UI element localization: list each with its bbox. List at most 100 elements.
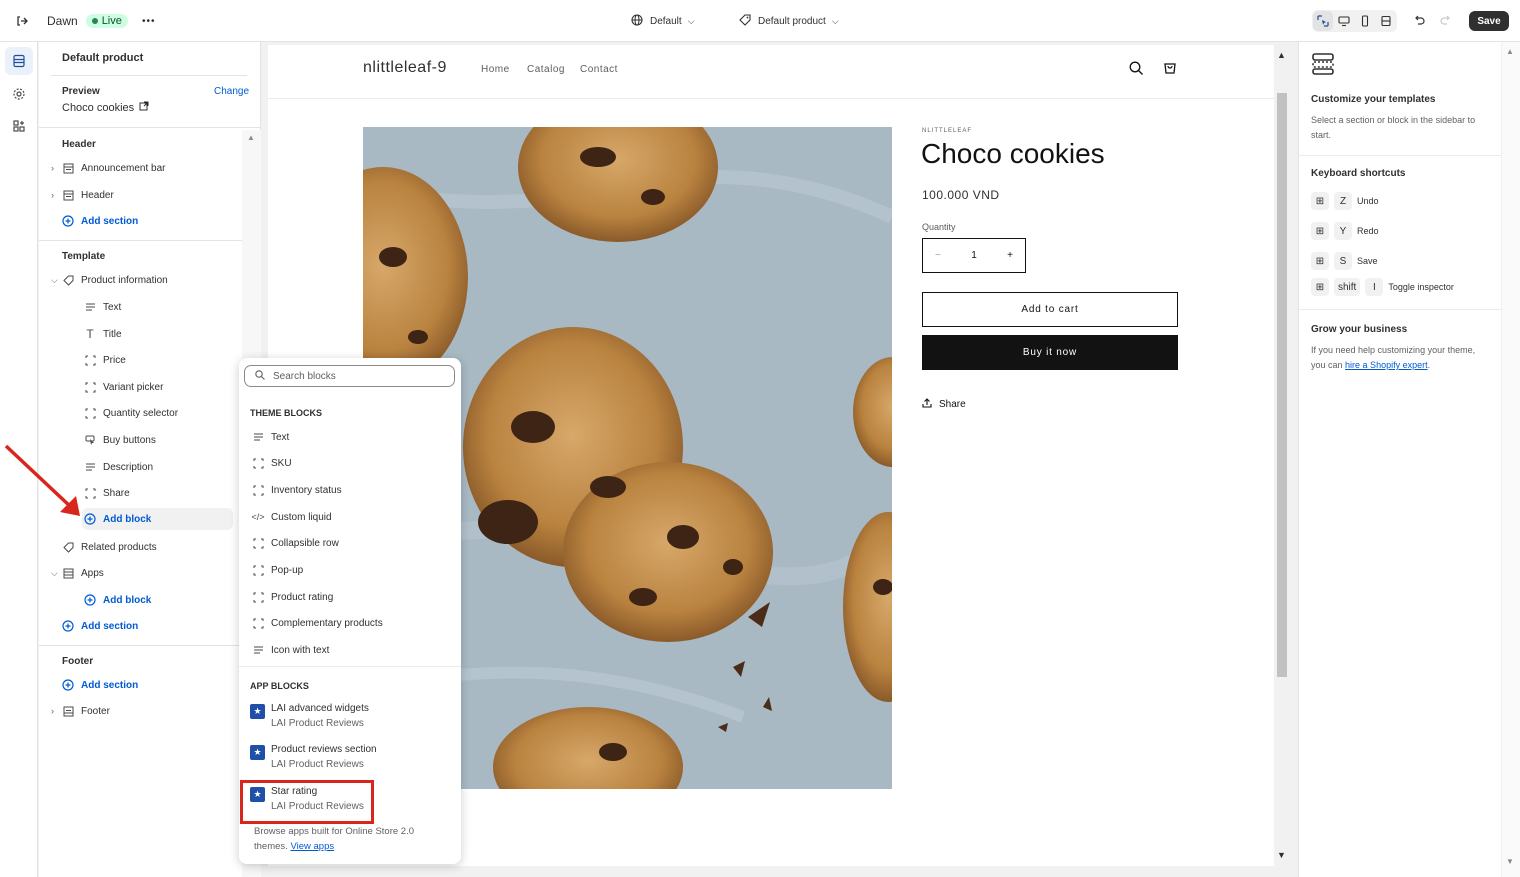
search-icon[interactable] xyxy=(1129,61,1144,79)
share-label: Share xyxy=(939,399,966,410)
quantity-stepper: − 1 + xyxy=(922,238,1026,273)
more-actions-button[interactable]: ••• xyxy=(142,0,156,42)
inspector-toggle-icon[interactable] xyxy=(1313,11,1333,31)
product-price: 100.000 VND xyxy=(922,188,1000,202)
section-label: Header xyxy=(81,189,114,201)
view-apps-link[interactable]: View apps xyxy=(290,841,334,852)
add-block-label: Add block xyxy=(103,513,152,525)
shortcut-save: ⊞ S Save xyxy=(1311,252,1378,270)
shortcut-label: Redo xyxy=(1357,226,1379,236)
template-add-section-button[interactable]: Add section xyxy=(61,615,241,637)
block-bracket-icon xyxy=(251,456,265,470)
shortcut-key: Y xyxy=(1334,222,1352,240)
preview-change-link[interactable]: Change xyxy=(214,86,249,97)
lai-app-logo-icon: ★ xyxy=(250,704,265,719)
theme-block-complementary-products[interactable]: Complementary products xyxy=(251,613,383,633)
theme-block-product-rating[interactable]: Product rating xyxy=(251,587,333,607)
divider xyxy=(1299,155,1502,156)
grow-text-end: . xyxy=(1427,360,1431,370)
theme-block-inventory-status[interactable]: Inventory status xyxy=(251,480,342,500)
settings-gear-icon[interactable] xyxy=(5,80,33,108)
theme-block-sku[interactable]: SKU xyxy=(251,453,292,473)
apps-section-icon xyxy=(61,566,75,580)
buy-it-now-button[interactable]: Buy it now xyxy=(922,335,1178,370)
section-header[interactable]: › Header xyxy=(51,184,231,206)
preview-product[interactable]: Choco cookies xyxy=(62,101,149,114)
divider xyxy=(39,127,261,128)
section-announcement-bar[interactable]: › Announcement bar xyxy=(51,157,231,179)
hire-expert-link[interactable]: hire a Shopify expert xyxy=(1345,360,1428,370)
search-blocks-input[interactable]: Search blocks xyxy=(244,365,455,387)
theme-block-collapsible-row[interactable]: Collapsible row xyxy=(251,533,339,553)
exit-icon xyxy=(12,11,32,31)
share-button[interactable]: Share xyxy=(922,398,966,411)
shortcut-key: S xyxy=(1334,252,1352,270)
theme-block-label: Icon with text xyxy=(271,644,330,656)
store-logo-text[interactable]: nlittleleaf-9 xyxy=(363,59,447,77)
block-share[interactable]: Share xyxy=(83,482,263,504)
quantity-input[interactable]: 1 xyxy=(971,250,977,261)
block-text[interactable]: Text xyxy=(83,296,263,318)
redo-button[interactable] xyxy=(1440,0,1452,42)
block-quantity-selector[interactable]: Quantity selector xyxy=(83,402,263,424)
section-label: Product information xyxy=(81,274,168,286)
help-panel-scrollbar[interactable]: ▲ ▼ xyxy=(1502,42,1520,877)
template-selector[interactable]: Default ⌵ xyxy=(631,0,695,42)
theme-block-popup[interactable]: Pop-up xyxy=(251,560,303,580)
layout-icon xyxy=(61,161,75,175)
quantity-plus-button[interactable]: + xyxy=(1007,250,1013,261)
section-related-products[interactable]: Related products xyxy=(61,536,241,558)
theme-block-label: Inventory status xyxy=(271,484,342,496)
theme-block-label: Custom liquid xyxy=(271,511,332,523)
section-apps[interactable]: ⌵ Apps xyxy=(51,562,231,584)
block-label: Description xyxy=(103,461,154,473)
theme-block-custom-liquid[interactable]: </> Custom liquid xyxy=(251,507,332,527)
section-footer[interactable]: › Footer xyxy=(51,700,231,722)
save-button[interactable]: Save xyxy=(1469,11,1509,31)
nav-contact-link[interactable]: Contact xyxy=(580,64,618,75)
external-link-icon xyxy=(139,101,149,114)
block-title[interactable]: T Title xyxy=(83,323,263,345)
app-block-name: LAI advanced widgets xyxy=(271,703,369,714)
more-label: ••• xyxy=(142,15,156,27)
nav-catalog-link[interactable]: Catalog xyxy=(527,64,565,75)
preview-scrollbar-thumb[interactable] xyxy=(1274,93,1290,677)
theme-block-label: Text xyxy=(271,431,290,443)
theme-block-label: Pop-up xyxy=(271,564,304,576)
add-section-label: Add section xyxy=(81,215,139,227)
add-section-label: Add section xyxy=(81,679,139,691)
apps-icon[interactable] xyxy=(5,112,33,140)
add-to-cart-button[interactable]: Add to cart xyxy=(922,292,1178,327)
sections-icon[interactable] xyxy=(5,47,33,75)
mobile-icon[interactable] xyxy=(1355,11,1375,31)
product-selector[interactable]: Default product ⌵ xyxy=(739,0,839,42)
header-add-section-button[interactable]: Add section xyxy=(61,210,241,232)
footer-add-section-button[interactable]: Add section xyxy=(61,674,241,696)
status-badge: Live xyxy=(85,14,128,28)
block-label: Share xyxy=(103,487,130,499)
nav-home-link[interactable]: Home xyxy=(481,64,510,75)
theme-block-icon-with-text[interactable]: Icon with text xyxy=(251,640,329,660)
undo-button[interactable] xyxy=(1413,0,1425,42)
quantity-minus-button[interactable]: − xyxy=(935,250,941,261)
app-block-vendor: LAI Product Reviews xyxy=(271,759,364,770)
exit-button[interactable] xyxy=(12,0,32,42)
app-block-name: Product reviews section xyxy=(271,744,377,755)
cart-icon[interactable] xyxy=(1162,60,1178,79)
theme-block-text[interactable]: Text xyxy=(251,427,289,447)
product-add-block-button[interactable]: Add block xyxy=(82,508,233,530)
block-description[interactable]: Description xyxy=(83,456,263,478)
desktop-icon[interactable] xyxy=(1334,11,1354,31)
shortcut-key: I xyxy=(1365,278,1384,296)
fullscreen-icon[interactable] xyxy=(1376,11,1396,31)
shortcut-label: Undo xyxy=(1357,196,1379,206)
block-price[interactable]: Price xyxy=(83,349,263,371)
block-variant-picker[interactable]: Variant picker xyxy=(83,376,263,398)
section-product-information[interactable]: ⌵ Product information xyxy=(51,269,231,291)
product-vendor: NLITTLELEAF xyxy=(922,128,973,134)
apps-add-block-button[interactable]: Add block xyxy=(83,589,263,611)
product-selector-label: Default product xyxy=(758,15,826,27)
add-section-label: Add section xyxy=(81,620,139,632)
block-buy-buttons[interactable]: Buy buttons xyxy=(83,429,263,451)
live-dot-icon xyxy=(91,18,98,24)
